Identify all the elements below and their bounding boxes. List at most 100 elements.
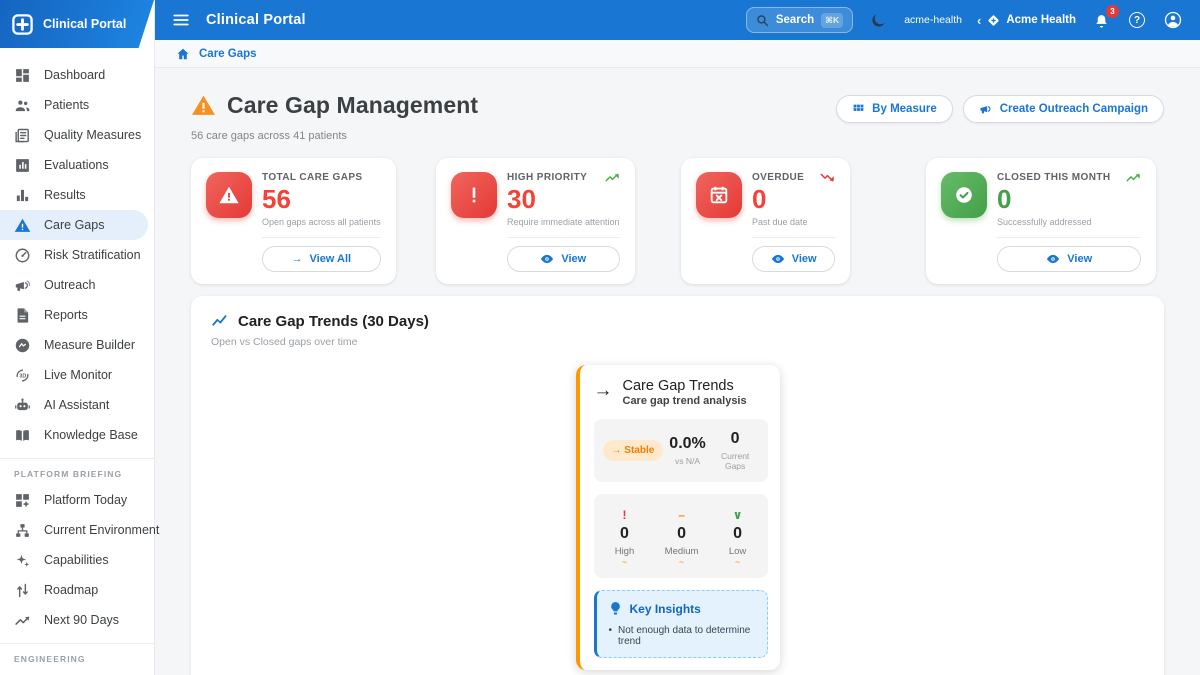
search-shortcut-badge: ⌘K — [821, 13, 843, 28]
grid-plus-icon — [14, 492, 31, 509]
divider — [997, 237, 1141, 238]
severity-medium: – 0 Medium ~ — [665, 508, 699, 566]
arrow-right-icon: → — [292, 253, 303, 265]
sidebar-item-measure-builder[interactable]: Measure Builder — [0, 330, 154, 360]
robot-icon — [14, 397, 31, 414]
severity-label: High — [615, 546, 635, 557]
sidebar-item-platform-today[interactable]: Platform Today — [0, 485, 154, 515]
sidebar-section-platform-briefing: PLATFORM BRIEFING — [0, 458, 154, 485]
grid-icon — [852, 103, 865, 116]
severity-value: 0 — [615, 525, 635, 543]
key-insights-box: Key Insights • Not enough data to determ… — [594, 590, 768, 658]
live-monitor-icon: 3D — [14, 367, 31, 384]
megaphone-icon — [979, 102, 993, 116]
sidebar: Clinical Portal Dashboard Patients Quali… — [0, 0, 155, 675]
stat-label: CLOSED THIS MONTH — [997, 172, 1110, 183]
stat-desc: Successfully addressed — [997, 217, 1141, 227]
trending-up-icon — [14, 612, 31, 629]
sidebar-nav: Dashboard Patients Quality Measures Eval… — [0, 48, 154, 675]
trend-current-value: 0 — [712, 430, 759, 448]
sidebar-item-roadmap[interactable]: Roadmap — [0, 575, 154, 605]
trend-change-caption: vs N/A — [669, 456, 705, 466]
roadmap-icon — [14, 582, 31, 599]
view-all-button[interactable]: → View All — [262, 246, 381, 272]
trend-change-pct: 0.0% — [669, 435, 705, 453]
sidebar-brand[interactable]: Clinical Portal — [0, 0, 154, 48]
search-button[interactable]: Search ⌘K — [746, 7, 853, 33]
trend-status-pill: → Stable — [603, 440, 664, 461]
sidebar-item-label: Patients — [44, 98, 89, 112]
sidebar-item-capabilities[interactable]: Capabilities — [0, 545, 154, 575]
create-outreach-campaign-label: Create Outreach Campaign — [1000, 103, 1148, 115]
by-measure-label: By Measure — [872, 103, 937, 115]
trend-widget-subtitle: Care gap trend analysis — [623, 395, 747, 407]
sidebar-item-evaluations[interactable]: Evaluations — [0, 150, 154, 180]
view-button[interactable]: View — [752, 246, 835, 272]
view-label: View — [1067, 253, 1092, 265]
account-button[interactable] — [1162, 9, 1184, 31]
sidebar-item-live-monitor[interactable]: 3D Live Monitor — [0, 360, 154, 390]
menu-icon[interactable] — [168, 7, 194, 33]
theme-toggle[interactable] — [868, 10, 889, 31]
sidebar-item-knowledge-base[interactable]: Knowledge Base — [0, 420, 154, 450]
sidebar-item-care-gaps[interactable]: Care Gaps — [0, 210, 148, 240]
sidebar-item-label: Quality Measures — [44, 128, 141, 142]
notifications-badge: 3 — [1106, 5, 1119, 18]
help-button[interactable]: ? — [1127, 10, 1147, 30]
breadcrumb: Care Gaps — [155, 40, 1200, 68]
stat-card-total-care-gaps: TOTAL CARE GAPS 56 Open gaps across all … — [191, 158, 396, 284]
sidebar-item-next-90-days[interactable]: Next 90 Days — [0, 605, 154, 635]
org-switcher[interactable]: ‹ Acme Health — [977, 13, 1076, 28]
bullet-mark: • — [609, 625, 613, 636]
sidebar-item-reports[interactable]: Reports — [0, 300, 154, 330]
trend-change-metric: 0.0% vs N/A — [669, 435, 705, 466]
breadcrumb-current[interactable]: Care Gaps — [199, 48, 257, 60]
view-label: View — [792, 253, 817, 265]
sidebar-item-results[interactable]: Results — [0, 180, 154, 210]
gauge-icon — [14, 247, 31, 264]
trends-title: Care Gap Trends (30 Days) — [238, 313, 429, 330]
view-button[interactable]: View — [507, 246, 620, 272]
sidebar-item-ai-assistant[interactable]: AI Assistant — [0, 390, 154, 420]
notifications-button[interactable]: 3 — [1091, 10, 1112, 31]
care-gap-trends-card: Care Gap Trends (30 Days) Open vs Closed… — [191, 296, 1164, 675]
sidebar-item-dashboard[interactable]: Dashboard — [0, 60, 154, 90]
appbar-right-cluster: Search ⌘K acme-health ‹ Acme Health 3 ? — [746, 7, 1200, 33]
exclamation-icon — [451, 172, 497, 218]
stat-desc: Require immediate attention — [507, 217, 620, 227]
view-button[interactable]: View — [997, 246, 1141, 272]
app-bar: Clinical Portal Search ⌘K acme-health ‹ … — [0, 0, 1200, 40]
view-all-label: View All — [310, 253, 352, 265]
sidebar-item-label: Results — [44, 188, 86, 202]
moon-icon — [870, 12, 887, 29]
page-header: Care Gap Management By Measure Create Ou… — [191, 92, 1164, 123]
trends-subtitle: Open vs Closed gaps over time — [211, 336, 1144, 348]
sidebar-section-engineering: ENGINEERING — [0, 643, 154, 670]
sidebar-item-quality-measures[interactable]: Quality Measures — [0, 120, 154, 150]
create-outreach-campaign-button[interactable]: Create Outreach Campaign — [963, 95, 1164, 123]
sidebar-item-current-environment[interactable]: Current Environment — [0, 515, 154, 545]
sparkles-icon — [14, 552, 31, 569]
dashboard-icon — [14, 67, 31, 84]
org-name: Acme Health — [1006, 14, 1076, 26]
arrow-right-icon: → — [594, 381, 613, 400]
trend-down-icon — [820, 172, 835, 183]
view-label: View — [561, 253, 586, 265]
sidebar-item-outreach[interactable]: Outreach — [0, 270, 154, 300]
sidebar-item-overview[interactable]: Overview — [0, 670, 154, 675]
warning-triangle-icon — [206, 172, 252, 218]
check-circle-icon — [941, 172, 987, 218]
org-chevron: ‹ — [977, 13, 981, 28]
sidebar-item-label: Measure Builder — [44, 338, 135, 352]
home-icon[interactable] — [176, 47, 190, 61]
divider — [262, 237, 381, 238]
insight-item: • Not enough data to determine trend — [609, 625, 755, 647]
stat-value: 0 — [752, 186, 835, 213]
by-measure-button[interactable]: By Measure — [836, 95, 953, 123]
stat-cards-row: TOTAL CARE GAPS 56 Open gaps across all … — [191, 158, 1164, 284]
eye-icon — [540, 254, 554, 264]
main-pane: Care Gaps Care Gap Management By Measure… — [155, 0, 1200, 675]
sidebar-item-patients[interactable]: Patients — [0, 90, 154, 120]
diamond-health-icon — [986, 13, 1001, 28]
sidebar-item-risk-stratification[interactable]: Risk Stratification — [0, 240, 154, 270]
